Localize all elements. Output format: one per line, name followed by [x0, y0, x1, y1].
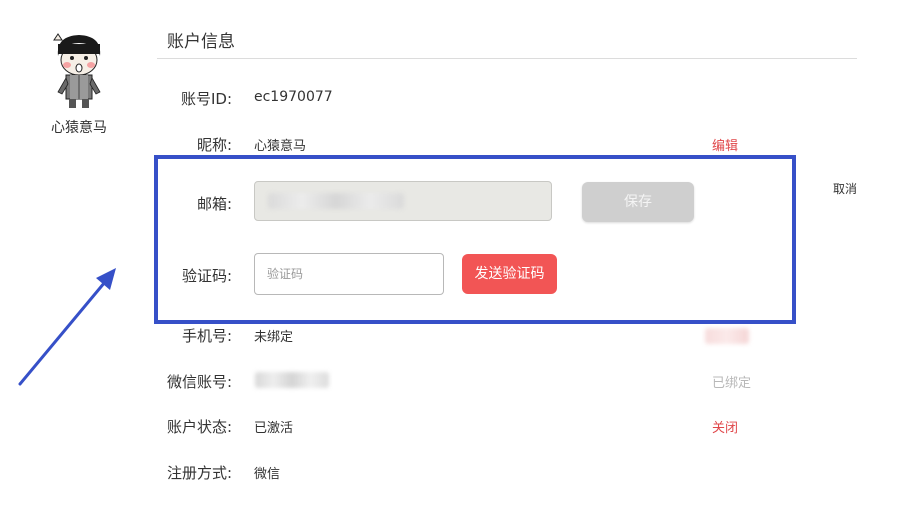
edit-link[interactable]: 编辑 — [712, 135, 738, 154]
account-status-value: 已激活 — [254, 421, 294, 436]
account-status-label: 账户状态: — [166, 418, 232, 436]
verify-code-input[interactable] — [254, 253, 444, 295]
save-button[interactable]: 保存 — [582, 182, 694, 222]
section-title: 账户信息 — [167, 32, 235, 52]
wechat-bound-status: 已绑定 — [712, 376, 752, 391]
account-id-label: 账号ID: — [180, 90, 232, 108]
phone-label: 手机号: — [181, 327, 232, 345]
nickname-value: 心猿意马 — [254, 139, 307, 154]
nickname-label: 昵称: — [196, 136, 232, 154]
verify-code-label: 验证码: — [181, 267, 232, 285]
register-method-label: 注册方式: — [166, 464, 232, 482]
cartoon-avatar-icon — [53, 33, 101, 108]
register-method-value: 微信 — [254, 467, 281, 482]
account-id-value: ec1970077 — [254, 89, 333, 105]
phone-action-redacted[interactable] — [705, 328, 749, 344]
send-code-button[interactable]: 发送验证码 — [462, 254, 557, 294]
close-account-link[interactable]: 关闭 — [712, 417, 738, 436]
username-label: 心猿意马 — [51, 120, 107, 136]
phone-value: 未绑定 — [254, 330, 294, 345]
avatar[interactable] — [48, 30, 110, 110]
wechat-account-value-redacted — [255, 372, 329, 388]
email-label: 邮箱: — [196, 195, 232, 213]
email-value-redacted — [268, 193, 404, 209]
title-divider — [157, 58, 857, 59]
wechat-account-label: 微信账号: — [166, 373, 232, 391]
cancel-link[interactable]: 取消 — [833, 180, 857, 197]
annotation-arrow-icon — [18, 268, 116, 386]
